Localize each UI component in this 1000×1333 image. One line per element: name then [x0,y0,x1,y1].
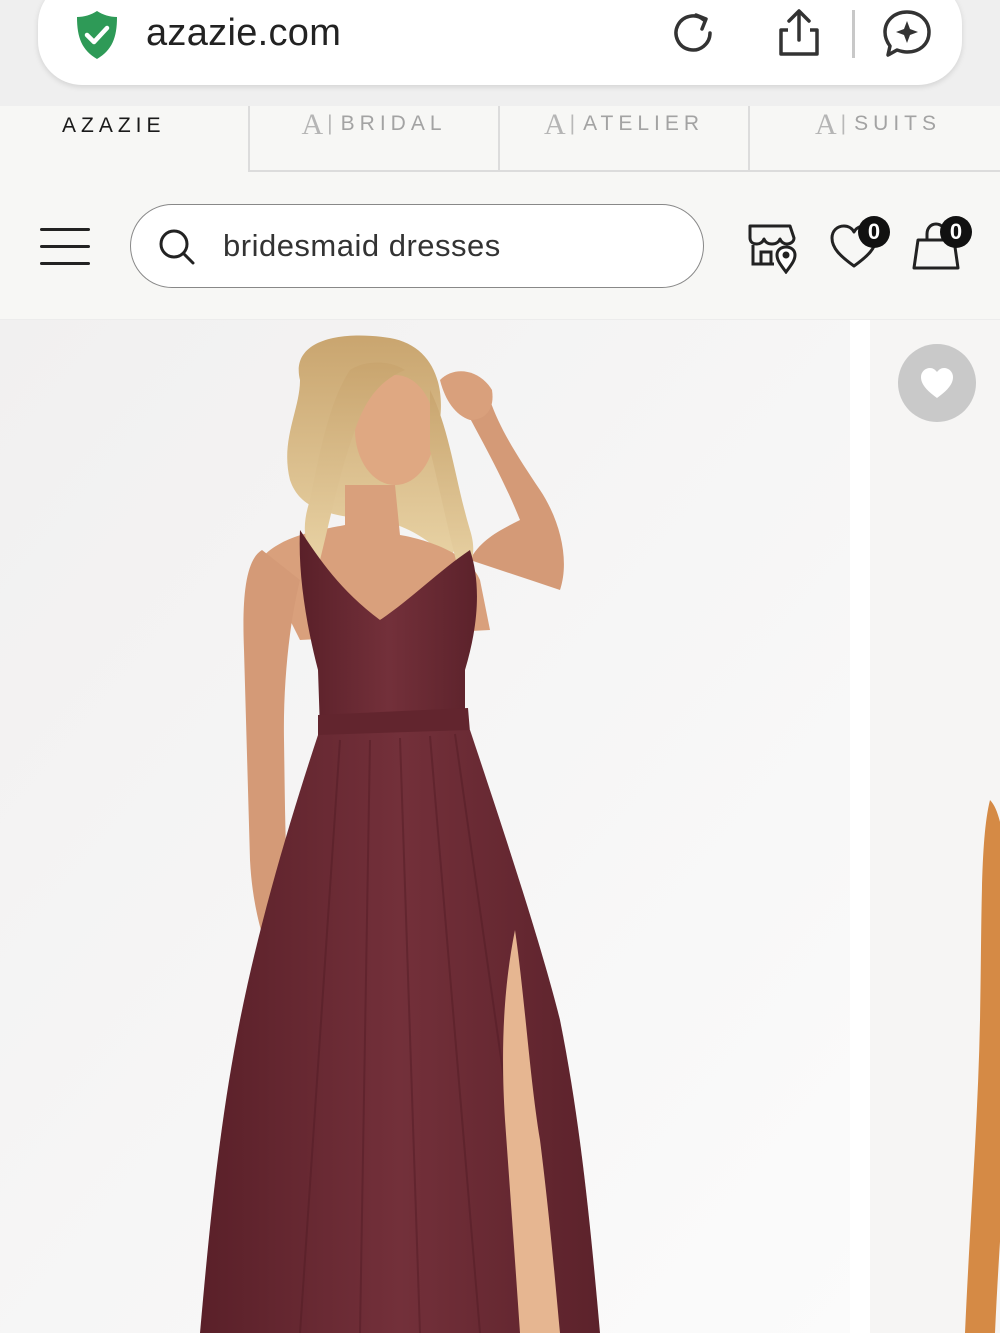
next-product-preview [870,320,1000,1333]
wishlist-heart-icon [921,368,953,398]
site-header: 0 0 [0,174,1000,321]
azazie-monogram-icon: A [543,108,566,141]
tab-separator: | [840,112,847,135]
browser-bar: azazie.com [0,0,1000,106]
toolbar-divider [852,10,855,58]
menu-icon[interactable] [40,228,90,268]
share-icon[interactable] [772,6,826,60]
tab-separator: | [327,112,333,135]
tab-suits[interactable]: A | SUITS [748,106,1000,172]
brand-tabs: AZAZIE A | BRIDAL A | ATELIER A | SUITS [0,106,1000,174]
tab-atelier-label: ATELIER [583,112,705,135]
search-icon[interactable] [157,227,197,267]
tab-atelier[interactable]: A | ATELIER [498,106,750,172]
tab-separator: | [569,112,576,135]
reload-icon[interactable] [666,6,720,60]
tab-azazie-label: AZAZIE [62,114,166,137]
search-bar[interactable] [130,204,704,288]
azazie-monogram-icon: A [815,108,837,141]
tab-azazie[interactable]: AZAZIE [0,106,248,172]
azazie-monogram-icon: A [301,108,324,141]
model-illustration [0,320,850,1333]
next-product-image[interactable] [870,320,1000,1333]
product-image[interactable] [0,320,850,1333]
url-text[interactable]: azazie.com [146,12,341,55]
tab-suits-label: SUITS [854,112,941,135]
cart-count-badge: 0 [940,216,972,248]
product-grid [0,320,1000,1333]
wishlist-button[interactable] [898,344,976,422]
tab-bridal-label: BRIDAL [340,112,447,135]
assistant-icon[interactable] [880,6,934,60]
tab-bridal[interactable]: A | BRIDAL [248,106,500,172]
search-input[interactable] [221,225,685,267]
shield-check-icon [77,11,117,59]
wishlist-count-badge: 0 [858,216,890,248]
store-locator-icon[interactable] [744,218,800,274]
